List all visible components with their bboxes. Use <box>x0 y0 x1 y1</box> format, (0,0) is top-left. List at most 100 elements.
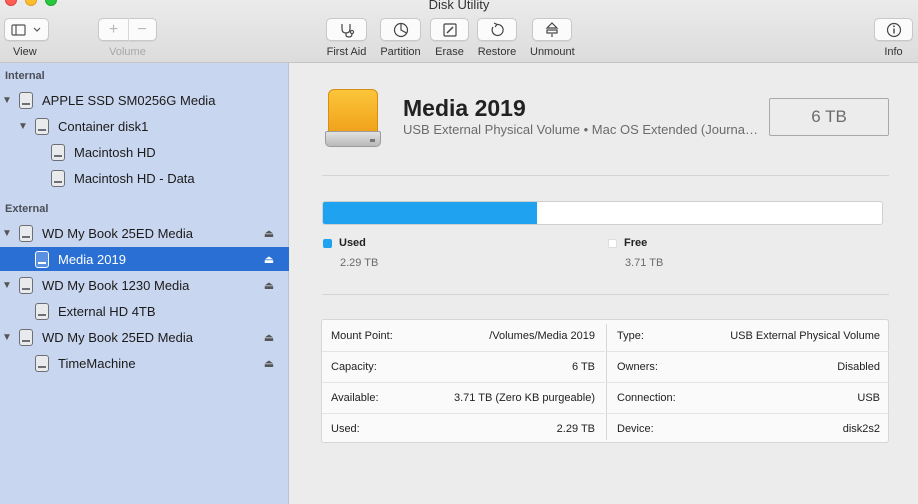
info-row-owners: Owners: Disabled <box>607 351 889 382</box>
info-key: Capacity: <box>331 361 377 373</box>
restore-arrow-icon <box>491 21 504 36</box>
restore-button[interactable] <box>477 18 517 41</box>
eject-icon[interactable]: ⏏ <box>263 279 275 292</box>
erase-button[interactable] <box>430 18 469 41</box>
info-label: Info <box>884 46 903 58</box>
first-aid-button[interactable] <box>326 18 367 41</box>
external-section-header: External <box>5 203 49 215</box>
info-key: Type: <box>617 329 644 342</box>
volume-control: + − Volume <box>98 18 157 58</box>
sidebar: Internal ▼ APPLE SSD SM0256G Media ▼ Con… <box>0 63 289 504</box>
volume-disk-icon <box>35 302 49 320</box>
sidebar-item-media-2019[interactable]: Media 2019 ⏏ <box>0 247 289 271</box>
remove-volume-button[interactable]: − <box>127 18 156 41</box>
sidebar-item-label: Container disk1 <box>58 118 149 134</box>
usage-bar <box>322 201 883 225</box>
info-row-connection: Connection: USB <box>607 382 889 413</box>
info-value: 3.71 TB (Zero KB purgeable) <box>453 392 595 404</box>
sidebar-item-label: APPLE SSD SM0256G Media <box>42 92 216 108</box>
sidebar-item-container-disk1[interactable]: ▼ Container disk1 <box>0 114 289 138</box>
info-value: 6 TB <box>571 361 595 373</box>
disclosure-triangle-icon[interactable]: ▼ <box>18 121 28 132</box>
volume-label: Volume <box>109 46 146 58</box>
usage-divider <box>322 294 889 295</box>
unmount-button[interactable] <box>532 18 573 41</box>
info-table: Mount Point: /Volumes/Media 2019 Capacit… <box>321 319 889 443</box>
sidebar-icon <box>10 23 40 36</box>
sidebar-item-wd-my-book-25ed[interactable]: ▼ WD My Book 25ED Media ⏏ <box>0 221 289 245</box>
info-value: /Volumes/Media 2019 <box>489 329 595 342</box>
info-key: Available: <box>331 392 379 404</box>
view-control[interactable]: View <box>4 18 49 58</box>
info-column-left: Mount Point: /Volumes/Media 2019 Capacit… <box>322 320 605 444</box>
window-title: Disk Utility <box>428 0 490 12</box>
sidebar-item-label: TimeMachine <box>58 355 136 371</box>
partition-button[interactable] <box>380 18 421 41</box>
restore-control[interactable]: Restore <box>477 18 517 58</box>
sidebar-item-timemachine[interactable]: TimeMachine ⏏ <box>0 351 289 375</box>
sidebar-item-macintosh-hd[interactable]: Macintosh HD <box>0 140 289 164</box>
free-legend-label: Free <box>624 237 648 249</box>
free-legend-value: 3.71 TB <box>625 257 664 269</box>
eject-icon[interactable]: ⏏ <box>263 357 275 370</box>
partition-control[interactable]: Partition <box>380 18 421 58</box>
used-legend: Used 2.29 TB <box>323 237 378 269</box>
free-legend: Free 3.71 TB <box>608 237 663 269</box>
eject-icon[interactable]: ⏏ <box>263 331 275 344</box>
eject-icon[interactable]: ⏏ <box>263 253 275 266</box>
info-button[interactable] <box>874 18 913 41</box>
sidebar-item-apple-ssd[interactable]: ▼ APPLE SSD SM0256G Media <box>0 88 289 112</box>
sidebar-item-wd-my-book-1230[interactable]: ▼ WD My Book 1230 Media ⏏ <box>0 273 289 297</box>
restore-label: Restore <box>477 46 517 58</box>
info-row-mount-point: Mount Point: /Volumes/Media 2019 <box>322 320 605 351</box>
info-key: Owners: <box>617 361 658 373</box>
add-volume-button[interactable]: + <box>100 18 128 41</box>
used-swatch <box>323 238 332 248</box>
disclosure-triangle-icon[interactable]: ▼ <box>2 332 12 343</box>
partition-label: Partition <box>380 46 421 58</box>
usage-bar-used-fill <box>323 202 537 224</box>
main-panel: Media 2019 USB External Physical Volume … <box>290 63 918 504</box>
unmount-control[interactable]: Unmount <box>530 18 575 58</box>
info-value: Disabled <box>837 361 880 373</box>
sidebar-item-macintosh-hd-data[interactable]: Macintosh HD - Data <box>0 166 289 190</box>
free-swatch <box>608 238 617 248</box>
volume-disk-icon <box>51 169 65 187</box>
stethoscope-icon <box>340 23 354 38</box>
sidebar-item-label: Macintosh HD - Data <box>74 170 195 186</box>
info-row-type: Type: USB External Physical Volume <box>607 320 889 351</box>
info-row-available: Available: 3.71 TB (Zero KB purgeable) <box>322 382 605 413</box>
info-key: Mount Point: <box>331 329 393 342</box>
erase-pencil-icon <box>442 22 457 37</box>
info-row-device: Device: disk2s2 <box>607 413 889 444</box>
view-button[interactable] <box>4 18 49 41</box>
disclosure-triangle-icon[interactable]: ▼ <box>2 228 12 239</box>
sidebar-item-external-hd-4tb[interactable]: External HD 4TB <box>0 299 289 323</box>
first-aid-control[interactable]: First Aid <box>326 18 367 58</box>
volume-title: Media 2019 <box>403 95 526 121</box>
internal-disk-icon <box>19 91 33 109</box>
disclosure-triangle-icon[interactable]: ▼ <box>2 95 12 106</box>
volume-size-badge: 6 TB <box>769 98 889 136</box>
container-disk-icon <box>35 117 49 135</box>
volume-segmented: + − <box>98 18 157 41</box>
toolbar: Disk Utility View + − Volume First Aid P… <box>0 0 918 63</box>
info-row-capacity: Capacity: 6 TB <box>322 351 605 382</box>
volume-disk-icon <box>51 143 65 161</box>
sidebar-item-label: External HD 4TB <box>58 303 156 319</box>
used-legend-label: Used <box>339 237 366 249</box>
header-divider <box>322 175 889 176</box>
eject-icon[interactable]: ⏏ <box>263 227 275 240</box>
erase-control[interactable]: Erase <box>430 18 469 58</box>
info-icon <box>886 22 901 37</box>
info-column-right: Type: USB External Physical Volume Owner… <box>606 324 889 440</box>
info-row-used: Used: 2.29 TB <box>322 413 605 444</box>
info-control[interactable]: Info <box>874 18 913 58</box>
sidebar-item-wd-my-book-25ed-2[interactable]: ▼ WD My Book 25ED Media ⏏ <box>0 325 289 349</box>
info-key: Used: <box>331 423 360 435</box>
external-disk-icon <box>19 224 33 242</box>
sidebar-item-label: Macintosh HD <box>74 144 156 160</box>
disclosure-triangle-icon[interactable]: ▼ <box>2 280 12 291</box>
first-aid-label: First Aid <box>326 46 367 58</box>
sidebar-item-label: WD My Book 1230 Media <box>42 277 190 293</box>
